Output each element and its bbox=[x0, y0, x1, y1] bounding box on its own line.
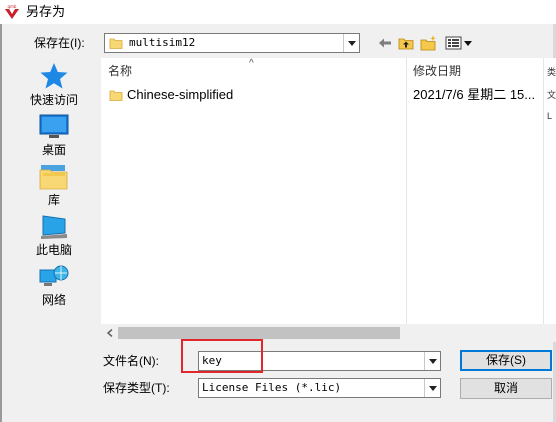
view-menu-icon bbox=[445, 36, 472, 50]
folder-icon bbox=[109, 90, 123, 101]
column-header-name[interactable]: 名称 bbox=[108, 58, 132, 84]
place-libraries[interactable]: 库 bbox=[18, 164, 90, 207]
this-pc-icon bbox=[41, 215, 67, 239]
modified-date-cell: 2021/7/6 星期二 15... bbox=[413, 87, 536, 102]
quick-access-icon bbox=[40, 63, 68, 89]
highlight-box bbox=[181, 339, 263, 373]
file-type-dropdown[interactable]: License Files (*.lic) bbox=[198, 378, 441, 398]
cancel-button[interactable]: 取消 bbox=[460, 378, 552, 399]
window-title: 另存为 bbox=[26, 4, 66, 19]
network-icon bbox=[39, 265, 69, 286]
save-button[interactable]: 保存(S) bbox=[460, 350, 552, 371]
up-folder-icon bbox=[398, 38, 414, 50]
save-in-label: 保存在(I): bbox=[34, 36, 85, 50]
file-type-value: License Files (*.lic) bbox=[202, 381, 342, 394]
sort-ascending-icon: ^ bbox=[249, 58, 254, 69]
title-bar: qmb 另存为 bbox=[0, 0, 556, 24]
back-button[interactable] bbox=[376, 34, 394, 52]
truncated-cell: 文 bbox=[547, 90, 556, 100]
place-desktop[interactable]: 桌面 bbox=[18, 114, 90, 157]
file-list[interactable]: 名称 ^ 修改日期 类 Chinese-simplified 2021/7/6 … bbox=[101, 58, 556, 342]
file-type-dropdown-arrow[interactable] bbox=[424, 379, 440, 397]
place-label: 库 bbox=[47, 193, 60, 207]
truncated-cell: L bbox=[547, 111, 553, 121]
place-label: 此电脑 bbox=[35, 243, 72, 257]
scrollbar-thumb[interactable] bbox=[118, 327, 400, 339]
folder-icon bbox=[109, 38, 123, 49]
column-header-fragment: 类 bbox=[547, 67, 556, 77]
libraries-icon bbox=[39, 165, 68, 190]
scroll-left-button[interactable] bbox=[101, 324, 118, 342]
new-folder-button[interactable] bbox=[420, 34, 438, 52]
save-in-dropdown-arrow[interactable] bbox=[343, 34, 359, 52]
new-folder-icon bbox=[420, 35, 436, 51]
places-sidebar: 快速访问 桌面 库 此电脑 网络 bbox=[18, 58, 90, 320]
place-label: 网络 bbox=[41, 293, 66, 307]
file-name-label: 文件名(N): bbox=[103, 354, 159, 368]
place-this-pc[interactable]: 此电脑 bbox=[18, 214, 90, 257]
place-label: 桌面 bbox=[41, 143, 66, 157]
file-name-dropdown-arrow[interactable] bbox=[424, 352, 440, 370]
up-folder-button[interactable] bbox=[397, 34, 415, 52]
chevron-left-icon bbox=[106, 329, 112, 337]
app-logo-icon: qmb bbox=[5, 4, 19, 19]
place-network[interactable]: 网络 bbox=[18, 264, 90, 307]
place-label: 快速访问 bbox=[29, 93, 78, 107]
desktop-icon bbox=[39, 114, 69, 138]
file-type-label: 保存类型(T): bbox=[103, 381, 170, 395]
file-name-cell: Chinese-simplified bbox=[127, 87, 234, 102]
column-header-modified[interactable]: 修改日期 bbox=[413, 58, 461, 84]
save-in-value: multisim12 bbox=[129, 36, 196, 49]
place-quick-access[interactable]: 快速访问 bbox=[18, 62, 90, 107]
save-in-dropdown[interactable]: multisim12 bbox=[104, 33, 360, 53]
app-logo-text: qmb bbox=[8, 4, 17, 9]
left-border bbox=[0, 24, 2, 422]
column-divider[interactable] bbox=[543, 58, 544, 324]
view-menu-button[interactable] bbox=[444, 34, 474, 52]
back-arrow-icon bbox=[379, 38, 391, 48]
horizontal-scrollbar[interactable] bbox=[101, 324, 556, 342]
